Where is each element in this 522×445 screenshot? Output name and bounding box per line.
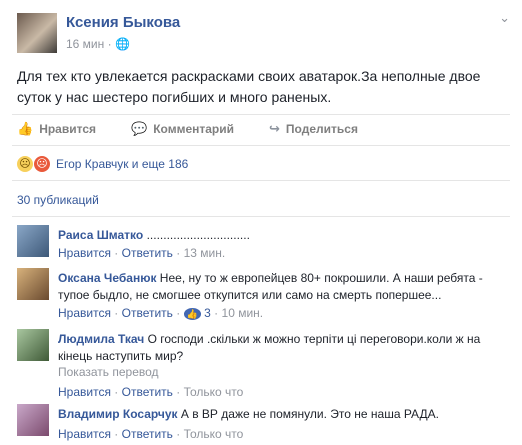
thumbs-up-icon: 👍 [17, 121, 34, 136]
like-button[interactable]: 👍 Нравится [17, 121, 96, 137]
comment-like-link[interactable]: Нравится [58, 385, 111, 399]
comment-body: А в ВР даже не помянули. Это не наша РАД… [177, 407, 439, 421]
comment-text: Владимир Косарчук А в ВР даже не помянул… [58, 406, 498, 423]
comment-time[interactable]: 13 мин. [184, 246, 226, 260]
post-time[interactable]: 16 мин [66, 37, 104, 51]
post-actions: 👍 Нравится 💬 Комментарий ↪ Поделиться [17, 121, 393, 137]
comment-actions: Нравится · Ответить · 👍 3 · 10 мин. [58, 306, 264, 320]
like-count-icon: 👍 [183, 308, 201, 320]
share-label: Поделиться [285, 122, 358, 136]
divider [12, 145, 510, 146]
commenter-name[interactable]: Оксана Чебанюк [58, 271, 156, 285]
author-avatar[interactable] [17, 13, 57, 53]
commenter-name[interactable]: Владимир Косарчук [58, 407, 178, 421]
comment-reply-link[interactable]: Ответить [122, 246, 173, 260]
comment-like-link[interactable]: Нравится [58, 246, 111, 260]
post-author[interactable]: Ксения Быкова [66, 14, 180, 31]
angry-reaction-icon: ☹ [34, 156, 50, 172]
commenter-avatar[interactable] [17, 329, 49, 361]
comment-icon: 💬 [131, 121, 148, 136]
comment-reply-link[interactable]: Ответить [122, 385, 173, 399]
divider [12, 216, 510, 217]
publications-link[interactable]: 30 публикаций [17, 193, 99, 207]
comment-actions: Нравится · Ответить · Только что [58, 427, 244, 441]
commenter-avatar[interactable] [17, 268, 49, 300]
comment-reply-link[interactable]: Ответить [122, 427, 173, 441]
reactions-summary[interactable]: ☹ ☹ Егор Кравчук и еще 186 [17, 156, 188, 172]
comment-actions: Нравится · Ответить · 13 мин. [58, 246, 226, 260]
like-label: Нравится [39, 122, 97, 136]
comment-like-link[interactable]: Нравится [58, 427, 111, 441]
commenter-avatar[interactable] [17, 225, 49, 257]
sad-reaction-icon: ☹ [17, 156, 33, 172]
comment-text: Людмила Ткач О господи .скільки ж можно … [58, 331, 498, 365]
divider [12, 180, 510, 181]
comment-time[interactable]: 10 мин. [222, 306, 264, 320]
comment-label: Комментарий [153, 122, 235, 136]
comment-button[interactable]: 💬 Комментарий [131, 121, 234, 137]
commenter-avatar[interactable] [17, 404, 49, 436]
commenter-name[interactable]: Раиса Шматко [58, 228, 143, 242]
comment-actions: Нравится · Ответить · Только что [58, 385, 244, 399]
comment-time[interactable]: Только что [184, 385, 244, 399]
share-icon: ↪ [269, 121, 280, 136]
reactions-text: Егор Кравчук и еще 186 [56, 157, 189, 171]
chevron-down-icon[interactable]: ⌄ [499, 10, 510, 26]
share-button[interactable]: ↪ Поделиться [269, 121, 358, 137]
post-text: Для тех кто увлекается раскрасками своих… [17, 68, 481, 105]
comment-reply-link[interactable]: Ответить [122, 306, 173, 320]
divider [12, 114, 510, 115]
post-meta: 16 мин · 🌐 [66, 37, 130, 51]
comment-text: Оксана Чебанюк Нее, ну то ж европейцев 8… [58, 270, 498, 304]
comment-like-count[interactable]: 3 [204, 306, 211, 320]
facebook-post: Ксения Быкова 16 мин · 🌐 ⌄ Для тех кто у… [0, 0, 522, 445]
commenter-name[interactable]: Людмила Ткач [58, 332, 144, 346]
comment-like-link[interactable]: Нравится [58, 306, 111, 320]
comment-time[interactable]: Только что [184, 427, 244, 441]
comment-text: Раиса Шматко ...........................… [58, 227, 498, 244]
globe-icon: 🌐 [114, 37, 130, 51]
translate-link[interactable]: Показать перевод [58, 365, 159, 379]
comment-body: ............................... [143, 228, 250, 242]
